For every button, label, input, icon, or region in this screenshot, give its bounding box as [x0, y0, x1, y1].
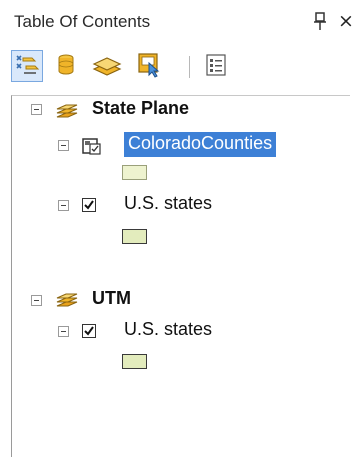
collapse-us-states-icon[interactable]: [58, 200, 69, 211]
collapse-utm-icon[interactable]: [31, 295, 42, 306]
us-states-utm-visibility-checkbox[interactable]: [82, 324, 96, 338]
pin-icon[interactable]: [313, 12, 327, 32]
collapse-us-states-utm-icon[interactable]: [58, 326, 69, 337]
us-states-utm-symbol[interactable]: [122, 354, 147, 369]
us-states-visibility-checkbox[interactable]: [82, 198, 96, 212]
data-frame-state-plane[interactable]: State Plane: [92, 98, 189, 119]
checkmark-icon: [84, 200, 94, 210]
checkmark-icon: [84, 326, 94, 336]
options-button[interactable]: [201, 50, 233, 82]
unchecked-layer-icon[interactable]: [82, 136, 102, 156]
list-by-visibility-button[interactable]: [91, 50, 123, 82]
list-by-selection-button[interactable]: [133, 50, 165, 82]
list-by-drawing-order-button[interactable]: [11, 50, 43, 82]
source-icon: [58, 54, 74, 75]
toc-tree: State Plane ColoradoCounties U.S. states…: [11, 95, 350, 457]
options-icon: [206, 54, 226, 76]
title-bar: Table Of Contents ×: [0, 0, 361, 44]
layer-us-states[interactable]: U.S. states: [124, 193, 212, 214]
window-title: Table Of Contents: [14, 12, 151, 31]
selection-icon: [138, 53, 160, 78]
collapse-state-plane-icon[interactable]: [31, 104, 42, 115]
toc-toolbar: [11, 50, 351, 90]
layer-colorado-counties[interactable]: ColoradoCounties: [124, 132, 277, 157]
collapse-colorado-counties-icon[interactable]: [58, 140, 69, 151]
list-by-source-button[interactable]: [51, 50, 83, 82]
colorado-counties-symbol[interactable]: [122, 165, 147, 180]
visibility-icon: [92, 57, 122, 76]
table-of-contents-window: Table Of Contents × State Plane Colorado…: [0, 0, 361, 468]
data-frame-utm[interactable]: UTM: [92, 288, 131, 309]
close-icon[interactable]: ×: [338, 10, 354, 32]
layer-us-states-utm[interactable]: U.S. states: [124, 319, 212, 340]
data-frame-icon: [56, 293, 78, 307]
drawing-order-icon: [16, 55, 40, 74]
us-states-symbol[interactable]: [122, 229, 147, 244]
toolbar-separator: [189, 56, 190, 78]
data-frame-icon: [56, 104, 78, 118]
